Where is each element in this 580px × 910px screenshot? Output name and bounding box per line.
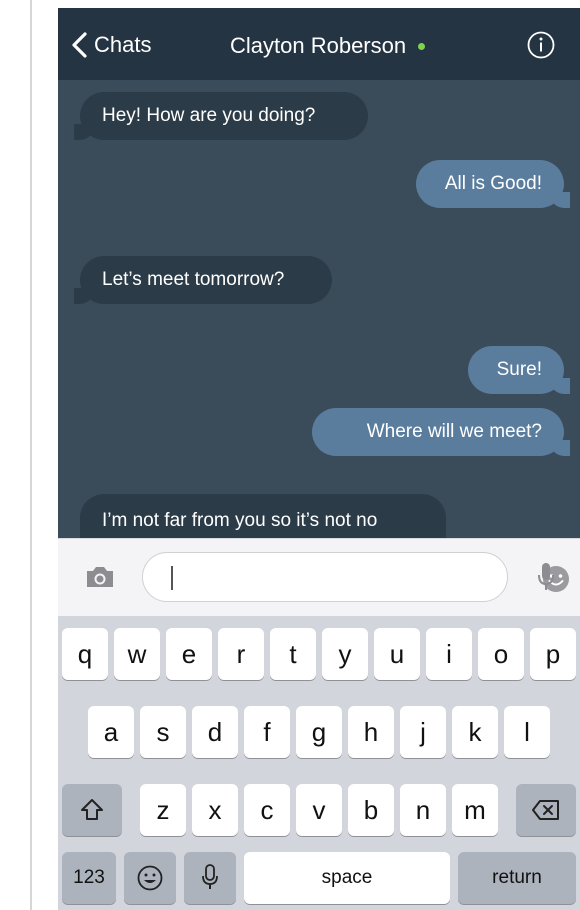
- composer-bar: [58, 538, 580, 616]
- contact-name: Clayton Roberson: [230, 33, 407, 58]
- microphone-icon: [202, 864, 218, 889]
- message-input[interactable]: [179, 561, 449, 595]
- key-r[interactable]: r: [218, 628, 264, 680]
- info-icon[interactable]: [526, 30, 556, 60]
- back-label: Chats: [94, 32, 152, 57]
- delete-key[interactable]: [516, 784, 576, 836]
- conversation-title: Clayton Roberson: [230, 32, 426, 60]
- back-button[interactable]: Chats: [70, 28, 151, 62]
- text-caret: [171, 566, 173, 590]
- key-c[interactable]: c: [244, 784, 290, 836]
- key-v[interactable]: v: [296, 784, 342, 836]
- key-n[interactable]: n: [400, 784, 446, 836]
- message-bubble-incoming[interactable]: I’m not far from you so it’s not no: [80, 494, 446, 538]
- camera-icon[interactable]: [84, 564, 116, 590]
- key-i[interactable]: i: [426, 628, 472, 680]
- key-q[interactable]: q: [62, 628, 108, 680]
- message-text: I’m not far from you so it’s not no: [102, 510, 378, 531]
- key-m[interactable]: m: [452, 784, 498, 836]
- key-g[interactable]: g: [296, 706, 342, 758]
- microphone-icon[interactable]: [536, 561, 556, 593]
- key-p[interactable]: p: [530, 628, 576, 680]
- message-bubble-outgoing[interactable]: Sure!: [468, 346, 570, 394]
- key-f[interactable]: f: [244, 706, 290, 758]
- key-a[interactable]: a: [88, 706, 134, 758]
- key-w[interactable]: w: [114, 628, 160, 680]
- shift-icon: [81, 799, 103, 820]
- key-t[interactable]: t: [270, 628, 316, 680]
- message-text: Where will we meet?: [366, 421, 542, 442]
- chat-header: Chats Clayton Roberson: [58, 8, 580, 80]
- message-list: Hey! How are you doing? All is Good! Let…: [58, 80, 580, 538]
- numbers-key[interactable]: 123: [62, 852, 116, 904]
- key-o[interactable]: o: [478, 628, 524, 680]
- on-screen-keyboard: q w e r t y u i o p a s d f g h j k l z …: [58, 616, 580, 910]
- message-bubble-incoming[interactable]: Hey! How are you doing?: [74, 92, 368, 140]
- emoji-icon: [137, 865, 163, 891]
- key-l[interactable]: l: [504, 706, 550, 758]
- chevron-left-icon: [72, 32, 87, 58]
- key-e[interactable]: e: [166, 628, 212, 680]
- key-j[interactable]: j: [400, 706, 446, 758]
- message-text: Hey! How are you doing?: [102, 105, 316, 126]
- message-bubble-incoming[interactable]: Let’s meet tomorrow?: [74, 256, 332, 304]
- key-s[interactable]: s: [140, 706, 186, 758]
- return-key[interactable]: return: [458, 852, 576, 904]
- key-u[interactable]: u: [374, 628, 420, 680]
- key-h[interactable]: h: [348, 706, 394, 758]
- message-text: All is Good!: [444, 173, 542, 194]
- space-key[interactable]: space: [244, 852, 450, 904]
- message-bubble-outgoing[interactable]: Where will we meet?: [312, 408, 570, 456]
- key-z[interactable]: z: [140, 784, 186, 836]
- key-y[interactable]: y: [322, 628, 368, 680]
- emoji-keyboard-key[interactable]: [124, 852, 176, 904]
- message-input-field[interactable]: [142, 552, 569, 602]
- message-bubble-outgoing[interactable]: All is Good!: [416, 160, 570, 208]
- online-status-dot: [418, 42, 426, 50]
- shift-key[interactable]: [62, 784, 122, 836]
- key-k[interactable]: k: [452, 706, 498, 758]
- phone-screen: Chats Clayton Roberson Hey! How are you …: [58, 8, 580, 910]
- key-b[interactable]: b: [348, 784, 394, 836]
- message-text: Sure!: [496, 359, 542, 380]
- key-d[interactable]: d: [192, 706, 238, 758]
- message-text: Let’s meet tomorrow?: [102, 269, 285, 290]
- page-divider: [30, 0, 32, 910]
- backspace-icon: [532, 800, 559, 820]
- key-x[interactable]: x: [192, 784, 238, 836]
- dictation-key[interactable]: [184, 852, 236, 904]
